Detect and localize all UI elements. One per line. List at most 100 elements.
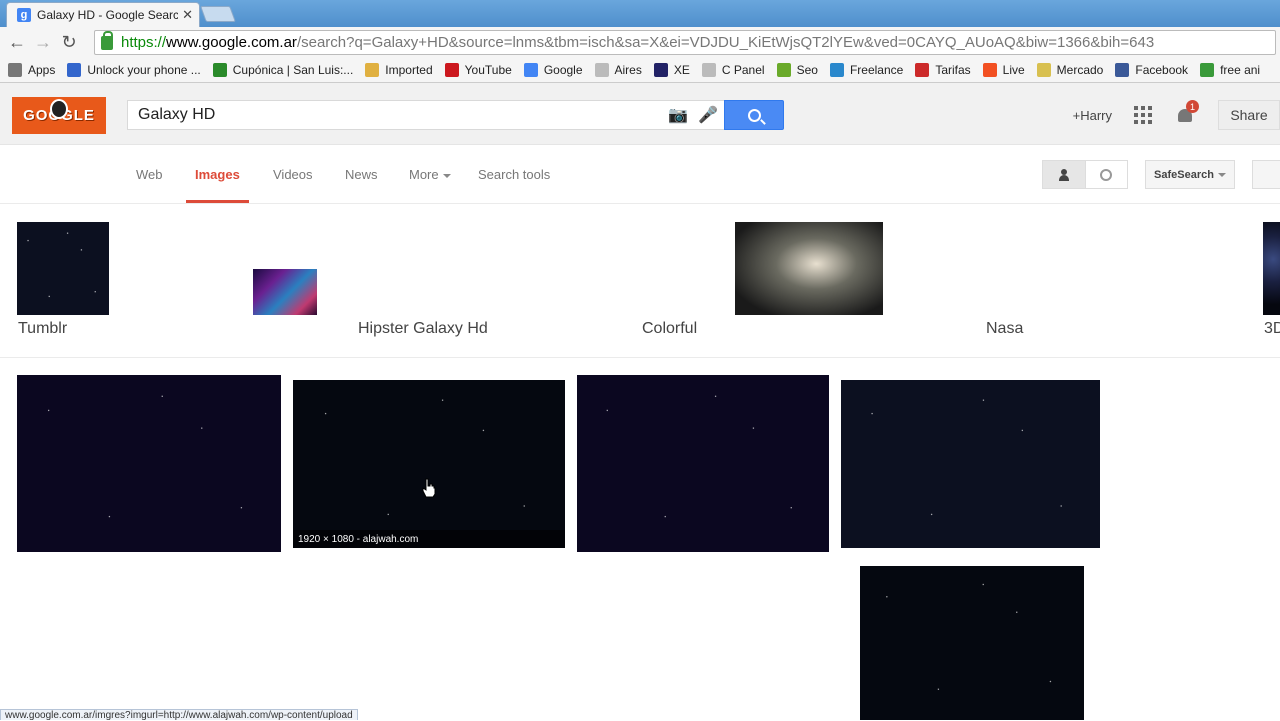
global-results-button[interactable] <box>1086 161 1128 188</box>
related-label: Nasa <box>986 320 1024 337</box>
address-bar[interactable]: https://www.google.com.ar/search?q=Galax… <box>94 30 1276 55</box>
personal-results-button[interactable] <box>1043 161 1086 188</box>
back-arrow-icon[interactable]: ← <box>4 30 30 56</box>
settings-button[interactable] <box>1252 160 1280 189</box>
page-icon <box>67 63 82 77</box>
xe-icon <box>653 63 668 77</box>
bookmark-item[interactable]: Unlock your phone ... <box>67 63 201 77</box>
image-result[interactable] <box>577 375 829 552</box>
bookmark-item[interactable]: free ani <box>1200 63 1260 77</box>
tab-web[interactable]: Web <box>136 167 163 182</box>
new-tab-button[interactable] <box>200 6 236 22</box>
related-thumb <box>540 222 601 267</box>
image-result-hovered[interactable]: 1920 × 1080 - alajwah.com <box>293 380 565 548</box>
reload-icon[interactable]: ↻ <box>56 30 82 56</box>
image-result[interactable] <box>1096 567 1280 720</box>
bookmark-label: Google <box>543 63 583 77</box>
tab-title: Galaxy HD - Google Searc <box>37 8 179 22</box>
image-result[interactable] <box>841 380 1100 548</box>
related-label: Tumblr <box>18 320 68 337</box>
bookmarks-bar: Apps Unlock your phone ... Cupónica | San … <box>0 58 1280 83</box>
bookmark-item[interactable]: Google <box>523 63 583 77</box>
tab-videos[interactable]: Videos <box>273 167 313 182</box>
safesearch-label: SafeSearch <box>1154 168 1214 181</box>
user-name-link[interactable]: +Harry <box>1073 108 1112 123</box>
image-result[interactable] <box>17 572 291 720</box>
related-thumb <box>111 222 251 315</box>
bookmark-label: Facebook <box>1135 63 1189 77</box>
bookmark-label: Unlock your phone ... <box>87 63 201 77</box>
related-thumb <box>357 222 538 315</box>
bookmark-item[interactable]: Mercado <box>1036 63 1103 77</box>
related-label: Colorful <box>642 320 698 337</box>
image-result[interactable] <box>303 572 574 720</box>
apps-grid-icon[interactable] <box>1134 106 1152 124</box>
related-thumb <box>1263 222 1280 315</box>
notifications-bell-icon[interactable]: 1 <box>1176 100 1199 124</box>
tab-search-tools[interactable]: Search tools <box>478 167 550 182</box>
caret-down-icon <box>1217 172 1226 177</box>
related-thumb <box>253 222 317 267</box>
bookmark-item[interactable]: Cupónica | San Luis:... <box>212 63 354 77</box>
apps-icon <box>8 63 22 77</box>
bookmark-label: Aires <box>614 63 642 77</box>
person-icon <box>1058 168 1069 181</box>
bookmark-label: free ani <box>1220 63 1261 77</box>
lock-icon <box>101 31 113 50</box>
image-result[interactable] <box>860 566 1084 720</box>
image-result[interactable] <box>586 567 848 720</box>
search-button[interactable] <box>724 100 784 130</box>
google-header: GOOGLE Galaxy HD 📷 🎤 +Harry 1 Share <box>0 83 1280 145</box>
image-result[interactable] <box>17 375 281 552</box>
bookmark-label: Live <box>1002 63 1025 77</box>
folder-icon <box>365 63 380 77</box>
related-thumb <box>540 269 601 315</box>
bookmark-label: Apps <box>28 63 56 77</box>
tab-more[interactable]: More <box>409 167 451 182</box>
related-searches: Tumblr Hipster Galaxy Hd Colorful Nasa 3… <box>0 204 1280 358</box>
bookmark-label: YouTube <box>464 63 512 77</box>
bookmark-label: XE <box>673 63 690 77</box>
url-scheme: https:// <box>121 34 167 51</box>
bookmark-item[interactable]: Tarifas <box>915 63 971 77</box>
microphone-icon[interactable]: 🎤 <box>698 105 718 125</box>
bookmark-label: Seo <box>796 63 818 77</box>
page-icon <box>701 63 716 77</box>
related-thumb <box>985 222 1150 315</box>
bookmark-item[interactable]: XE <box>653 63 690 77</box>
related-thumb <box>641 222 733 315</box>
bookmark-item[interactable]: Live <box>982 63 1025 77</box>
freelance-icon <box>829 63 844 77</box>
bookmark-item[interactable]: YouTube <box>444 63 512 77</box>
bookmark-item[interactable]: Seo <box>776 63 818 77</box>
related-thumb <box>885 269 945 315</box>
share-button[interactable]: Share <box>1218 100 1280 130</box>
browser-toolbar: ← → ↻ https://www.google.com.ar/search?q… <box>0 27 1280 58</box>
search-icon <box>747 108 761 122</box>
bookmark-item[interactable]: Apps <box>8 63 55 77</box>
forward-arrow-icon[interactable]: → <box>30 30 56 56</box>
image-result[interactable] <box>1112 374 1280 554</box>
related-thumb <box>17 222 109 315</box>
search-input[interactable]: Galaxy HD 📷 🎤 <box>127 100 725 130</box>
bookmark-item[interactable]: C Panel <box>701 63 765 77</box>
related-thumb <box>735 222 883 315</box>
browser-tab[interactable]: g Galaxy HD - Google Searc ✕ <box>6 2 200 27</box>
bookmark-label: Cupónica | San Luis:... <box>232 63 354 77</box>
bookmark-item[interactable]: Facebook <box>1115 63 1188 77</box>
mercado-icon <box>1036 63 1051 77</box>
camera-icon[interactable]: 📷 <box>668 105 688 125</box>
bookmark-item[interactable]: Imported <box>365 63 433 77</box>
safesearch-dropdown[interactable]: SafeSearch <box>1145 160 1235 189</box>
tab-news[interactable]: News <box>345 167 378 182</box>
google-doodle-logo[interactable]: GOOGLE <box>12 97 106 134</box>
bookmark-item[interactable]: Aires <box>594 63 642 77</box>
close-tab-icon[interactable]: ✕ <box>182 7 193 23</box>
hand-cursor-icon <box>422 478 436 498</box>
google-favicon-icon: g <box>17 8 31 22</box>
search-query: Galaxy HD <box>138 106 216 123</box>
seo-icon <box>776 63 791 77</box>
personal-results-toggle <box>1042 160 1128 189</box>
tab-images[interactable]: Images <box>195 167 240 182</box>
bookmark-item[interactable]: Freelance <box>829 63 903 77</box>
